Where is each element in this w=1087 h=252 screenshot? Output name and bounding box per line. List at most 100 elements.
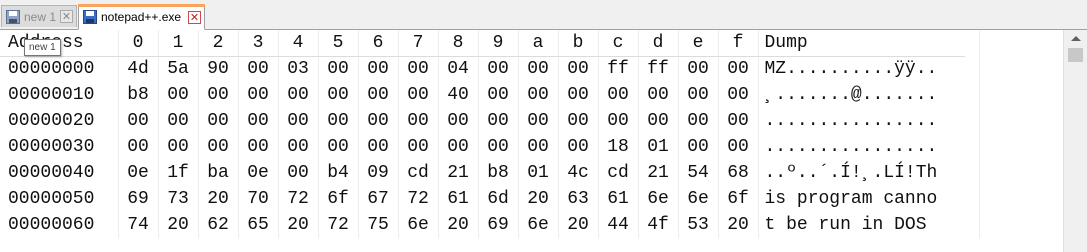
hex-byte[interactable]: 69 <box>478 212 519 238</box>
hex-byte[interactable]: 00 <box>478 134 519 160</box>
hex-byte[interactable]: 00 <box>638 108 679 134</box>
hex-byte[interactable]: 00 <box>438 134 479 160</box>
hex-byte[interactable]: 00 <box>518 134 559 160</box>
hex-byte[interactable]: 00 <box>398 82 439 108</box>
hex-byte[interactable]: 00 <box>678 134 719 160</box>
hex-byte[interactable]: 00 <box>718 56 759 82</box>
hex-byte[interactable]: 00 <box>198 108 239 134</box>
hex-byte[interactable]: 20 <box>438 212 479 238</box>
hex-byte[interactable]: 00 <box>158 134 199 160</box>
hex-byte[interactable]: ff <box>638 56 679 82</box>
hex-byte[interactable]: 70 <box>238 186 279 212</box>
hex-byte[interactable]: 00 <box>558 82 599 108</box>
hex-byte[interactable]: 21 <box>638 160 679 186</box>
hex-byte[interactable]: 00 <box>358 134 399 160</box>
hex-byte[interactable]: 6f <box>318 186 359 212</box>
hex-byte[interactable]: 00 <box>358 56 399 82</box>
hex-byte[interactable]: 00 <box>478 82 519 108</box>
hex-byte[interactable]: 00 <box>238 56 279 82</box>
hex-byte[interactable]: 75 <box>358 212 399 238</box>
hex-byte[interactable]: 00 <box>318 108 359 134</box>
hex-byte[interactable]: 44 <box>598 212 639 238</box>
hex-byte[interactable]: 00 <box>358 108 399 134</box>
hex-byte[interactable]: 00 <box>718 108 759 134</box>
hex-byte[interactable]: 65 <box>238 212 279 238</box>
hex-byte[interactable]: 0e <box>118 160 159 186</box>
hex-byte[interactable]: 00 <box>318 134 359 160</box>
hex-byte[interactable]: 00 <box>158 82 199 108</box>
hex-byte[interactable]: 00 <box>678 108 719 134</box>
hex-byte[interactable]: 63 <box>558 186 599 212</box>
hex-byte[interactable]: 6f <box>718 186 759 212</box>
hex-byte[interactable]: b8 <box>118 82 159 108</box>
hex-byte[interactable]: 00 <box>398 108 439 134</box>
hex-byte[interactable]: 72 <box>398 186 439 212</box>
hex-byte[interactable]: 00 <box>198 134 239 160</box>
row-dump[interactable]: MZ..........ÿÿ.. <box>758 56 980 82</box>
hex-byte[interactable]: 4f <box>638 212 679 238</box>
hex-byte[interactable]: 00 <box>118 108 159 134</box>
scroll-thumb[interactable] <box>1068 48 1083 62</box>
hex-byte[interactable]: 00 <box>638 82 679 108</box>
hex-byte[interactable]: 00 <box>558 108 599 134</box>
hex-byte[interactable]: 67 <box>358 186 399 212</box>
hex-byte[interactable]: 00 <box>278 108 319 134</box>
hex-byte[interactable]: b4 <box>318 160 359 186</box>
hex-byte[interactable]: 72 <box>278 186 319 212</box>
hex-byte[interactable]: 00 <box>318 56 359 82</box>
hex-editor[interactable]: Address 0123456789abcdefDump 000000004d5… <box>0 30 1070 252</box>
hex-byte[interactable]: 53 <box>678 212 719 238</box>
hex-byte[interactable]: 73 <box>158 186 199 212</box>
hex-byte[interactable]: 00 <box>398 134 439 160</box>
row-dump[interactable]: is program canno <box>758 186 980 212</box>
close-tab-icon[interactable]: ✕ <box>188 10 201 24</box>
hex-byte[interactable]: 20 <box>198 186 239 212</box>
hex-byte[interactable]: 54 <box>678 160 719 186</box>
hex-byte[interactable]: 20 <box>718 212 759 238</box>
hex-byte[interactable]: 00 <box>158 108 199 134</box>
hex-byte[interactable]: 4d <box>118 56 159 82</box>
hex-byte[interactable]: 00 <box>318 82 359 108</box>
hex-byte[interactable]: 69 <box>118 186 159 212</box>
hex-byte[interactable]: 04 <box>438 56 479 82</box>
hex-byte[interactable]: 00 <box>478 108 519 134</box>
hex-byte[interactable]: 00 <box>718 134 759 160</box>
scroll-up-arrow-icon[interactable] <box>1071 36 1081 41</box>
hex-byte[interactable]: cd <box>598 160 639 186</box>
hex-byte[interactable]: 62 <box>198 212 239 238</box>
hex-byte[interactable]: 00 <box>278 134 319 160</box>
close-tab-icon[interactable]: ✕ <box>60 10 73 23</box>
hex-byte[interactable]: 72 <box>318 212 359 238</box>
vertical-scrollbar[interactable] <box>1063 30 1087 252</box>
hex-byte[interactable]: 6d <box>478 186 519 212</box>
tab-notepad-exe[interactable]: notepad++.exe ✕ <box>78 4 205 30</box>
hex-byte[interactable]: 20 <box>278 212 319 238</box>
hex-byte[interactable]: 20 <box>518 186 559 212</box>
row-dump[interactable]: t be run in DOS <box>758 212 980 238</box>
hex-byte[interactable]: 00 <box>118 134 159 160</box>
hex-byte[interactable]: 03 <box>278 56 319 82</box>
hex-byte[interactable]: 6e <box>678 186 719 212</box>
hex-byte[interactable]: 00 <box>358 82 399 108</box>
hex-byte[interactable]: 74 <box>118 212 159 238</box>
hex-byte[interactable]: 6e <box>638 186 679 212</box>
hex-byte[interactable]: 20 <box>158 212 199 238</box>
row-dump[interactable]: ................ <box>758 134 980 160</box>
hex-byte[interactable]: 00 <box>598 82 639 108</box>
row-dump[interactable]: ..º..´.Í!¸.LÍ!Th <box>758 160 980 186</box>
hex-byte[interactable]: 5a <box>158 56 199 82</box>
hex-byte[interactable]: 00 <box>598 108 639 134</box>
hex-byte[interactable]: 00 <box>438 108 479 134</box>
row-dump[interactable]: ................ <box>758 108 980 134</box>
hex-byte[interactable]: 01 <box>518 160 559 186</box>
hex-byte[interactable]: 20 <box>558 212 599 238</box>
hex-byte[interactable]: 18 <box>598 134 639 160</box>
hex-byte[interactable]: 00 <box>678 56 719 82</box>
hex-byte[interactable]: 00 <box>558 56 599 82</box>
hex-byte[interactable]: 40 <box>438 82 479 108</box>
tab-new-1[interactable]: new 1 ✕ <box>1 5 77 27</box>
hex-byte[interactable]: 61 <box>598 186 639 212</box>
hex-byte[interactable]: 00 <box>238 134 279 160</box>
hex-byte[interactable]: 00 <box>278 82 319 108</box>
hex-byte[interactable]: 00 <box>518 108 559 134</box>
